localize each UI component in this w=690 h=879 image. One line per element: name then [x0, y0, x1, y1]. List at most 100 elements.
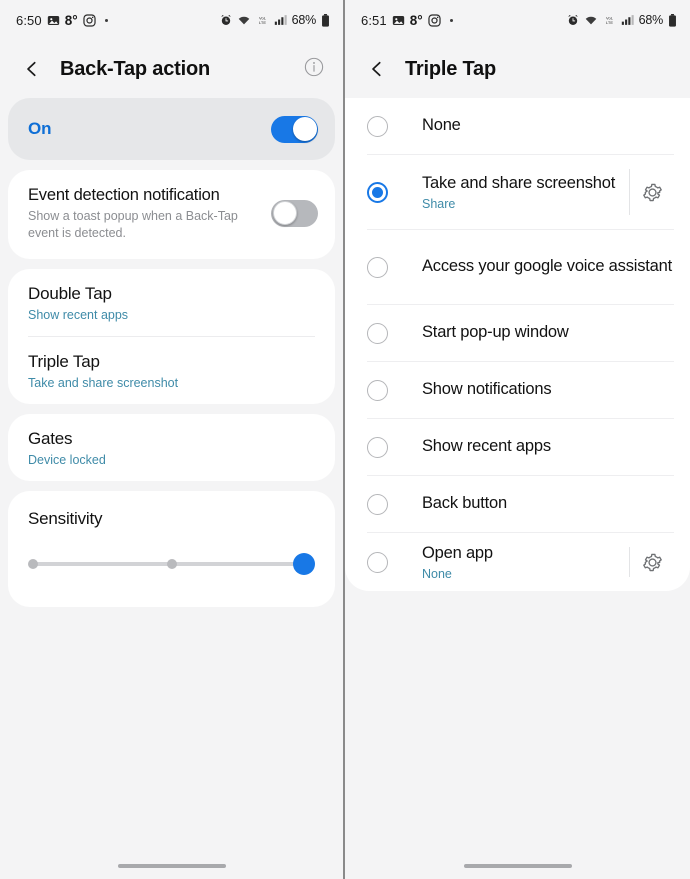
sensitivity-card: Sensitivity [8, 490, 335, 607]
radio-button[interactable] [367, 379, 388, 401]
option-row-none[interactable]: None [345, 98, 690, 154]
photo-icon [392, 14, 405, 27]
master-switch-card[interactable]: On [8, 98, 335, 160]
home-gesture-bar[interactable] [0, 853, 343, 879]
svg-text:LTE: LTE [259, 20, 266, 25]
option-row-start-popup-window[interactable]: Start pop-up window [345, 305, 690, 361]
event-detection-card[interactable]: Event detection notification Show a toas… [8, 170, 335, 259]
signal-icon [621, 14, 634, 26]
gates-card[interactable]: Gates Device locked [8, 413, 335, 481]
instagram-icon [427, 13, 441, 27]
option-row-take-and-share-screenshot[interactable]: Take and share screenshot Share [345, 155, 690, 229]
gear-icon [642, 183, 662, 201]
dot-indicator [449, 18, 453, 22]
wifi-icon [237, 14, 251, 26]
battery-icon [668, 13, 677, 27]
option-label: Start pop-up window [422, 323, 569, 342]
instagram-icon [82, 13, 96, 27]
radio-button[interactable] [367, 493, 388, 515]
settings-gear-button[interactable] [630, 551, 674, 574]
settings-gear-button[interactable] [630, 181, 674, 204]
triple-tap-row[interactable]: Triple Tap Take and share screenshot [8, 337, 335, 404]
status-bar: 6:51 8° VoL LTE 68% [345, 0, 690, 40]
option-row-back-button[interactable]: Back button [345, 476, 690, 532]
option-row-show-notifications[interactable]: Show notifications [345, 362, 690, 418]
double-tap-title: Double Tap [28, 283, 112, 303]
triple-tap-value: Take and share screenshot [28, 375, 179, 390]
radio-button[interactable] [367, 322, 388, 344]
radio-button[interactable] [367, 436, 388, 458]
battery-percentage: 68% [638, 13, 664, 27]
status-bar-left: 6:50 8° [16, 13, 108, 28]
status-time: 6:51 [361, 12, 387, 28]
back-button[interactable] [18, 55, 46, 83]
battery-percentage: 68% [291, 13, 317, 27]
signal-icon [274, 14, 287, 26]
option-label: Show notifications [422, 380, 552, 399]
photo-icon [47, 14, 60, 27]
page-title: Triple Tap [405, 57, 496, 80]
option-label: Access your google voice assistant [422, 257, 672, 276]
option-list-content: None Take and share screenshot Share Acc… [345, 98, 690, 722]
slider-tick-0[interactable] [28, 558, 38, 569]
option-label: Show recent apps [422, 437, 551, 456]
event-detection-description: Show a toast popup when a Back-Tap event… [28, 209, 238, 240]
status-time: 6:50 [16, 12, 42, 28]
volte-icon: VoL LTE [603, 14, 616, 26]
volte-icon: VoL LTE [256, 14, 269, 26]
double-tap-row[interactable]: Double Tap Show recent apps [8, 269, 335, 336]
radio-button-selected[interactable] [367, 181, 388, 203]
screen-triple-tap: 6:51 8° VoL LTE 68% Triple Tap None Take… [345, 0, 690, 879]
slider-thumb[interactable] [293, 552, 315, 575]
master-switch-toggle[interactable] [271, 115, 318, 143]
status-bar: 6:50 8° VoL LTE 68% [0, 0, 343, 40]
radio-button[interactable] [367, 115, 388, 137]
option-row-open-app[interactable]: Open app None [345, 533, 690, 591]
option-label: Back button [422, 494, 507, 513]
chevron-left-icon [372, 61, 381, 77]
status-bar-right: VoL LTE 68% [567, 13, 677, 27]
chevron-left-icon [27, 61, 36, 77]
battery-icon [321, 13, 330, 27]
double-tap-value: Show recent apps [28, 307, 129, 322]
option-row-google-voice-assistant[interactable]: Access your google voice assistant [345, 230, 690, 304]
screen-back-tap-action: 6:50 8° VoL LTE 68% Back-Tap action On E… [0, 0, 345, 879]
triple-tap-title: Triple Tap [28, 351, 100, 371]
event-detection-toggle[interactable] [271, 200, 318, 228]
app-bar: Triple Tap [345, 40, 690, 98]
settings-content: On Event detection notification Show a t… [0, 98, 343, 735]
option-label: None [422, 116, 461, 135]
option-sublabel: None [422, 567, 452, 582]
option-row-show-recent-apps[interactable]: Show recent apps [345, 419, 690, 475]
gates-row[interactable]: Gates Device locked [8, 414, 335, 481]
home-gesture-bar[interactable] [345, 853, 690, 879]
master-switch-label: On [28, 119, 52, 138]
slider-tick-1[interactable] [166, 558, 177, 569]
info-button[interactable] [303, 56, 329, 82]
radio-button[interactable] [367, 551, 388, 573]
option-label: Open app [422, 544, 493, 562]
gates-title: Gates [28, 428, 73, 448]
status-temperature: 8° [64, 12, 78, 28]
sensitivity-title: Sensitivity [28, 508, 103, 528]
dual-screenshot-container: 6:50 8° VoL LTE 68% Back-Tap action On E… [0, 0, 690, 879]
status-temperature: 8° [409, 12, 423, 28]
app-bar: Back-Tap action [0, 40, 343, 98]
status-bar-right: VoL LTE 68% [220, 13, 330, 27]
option-label: Take and share screenshot [422, 173, 616, 192]
event-detection-title: Event detection notification [28, 186, 220, 204]
wifi-icon [584, 14, 598, 26]
info-circle-icon [304, 57, 324, 77]
option-sublabel: Share [422, 197, 456, 212]
back-button[interactable] [363, 55, 391, 83]
dot-indicator [104, 18, 108, 22]
status-bar-left: 6:51 8° [361, 13, 453, 28]
triple-tap-options-card: None Take and share screenshot Share Acc… [345, 98, 690, 592]
gates-value: Device locked [28, 452, 106, 467]
gear-icon [642, 553, 662, 571]
sensitivity-slider[interactable] [28, 551, 315, 577]
svg-text:LTE: LTE [606, 20, 613, 25]
alarm-icon [220, 14, 232, 26]
radio-button[interactable] [367, 256, 388, 278]
page-title: Back-Tap action [60, 57, 210, 80]
